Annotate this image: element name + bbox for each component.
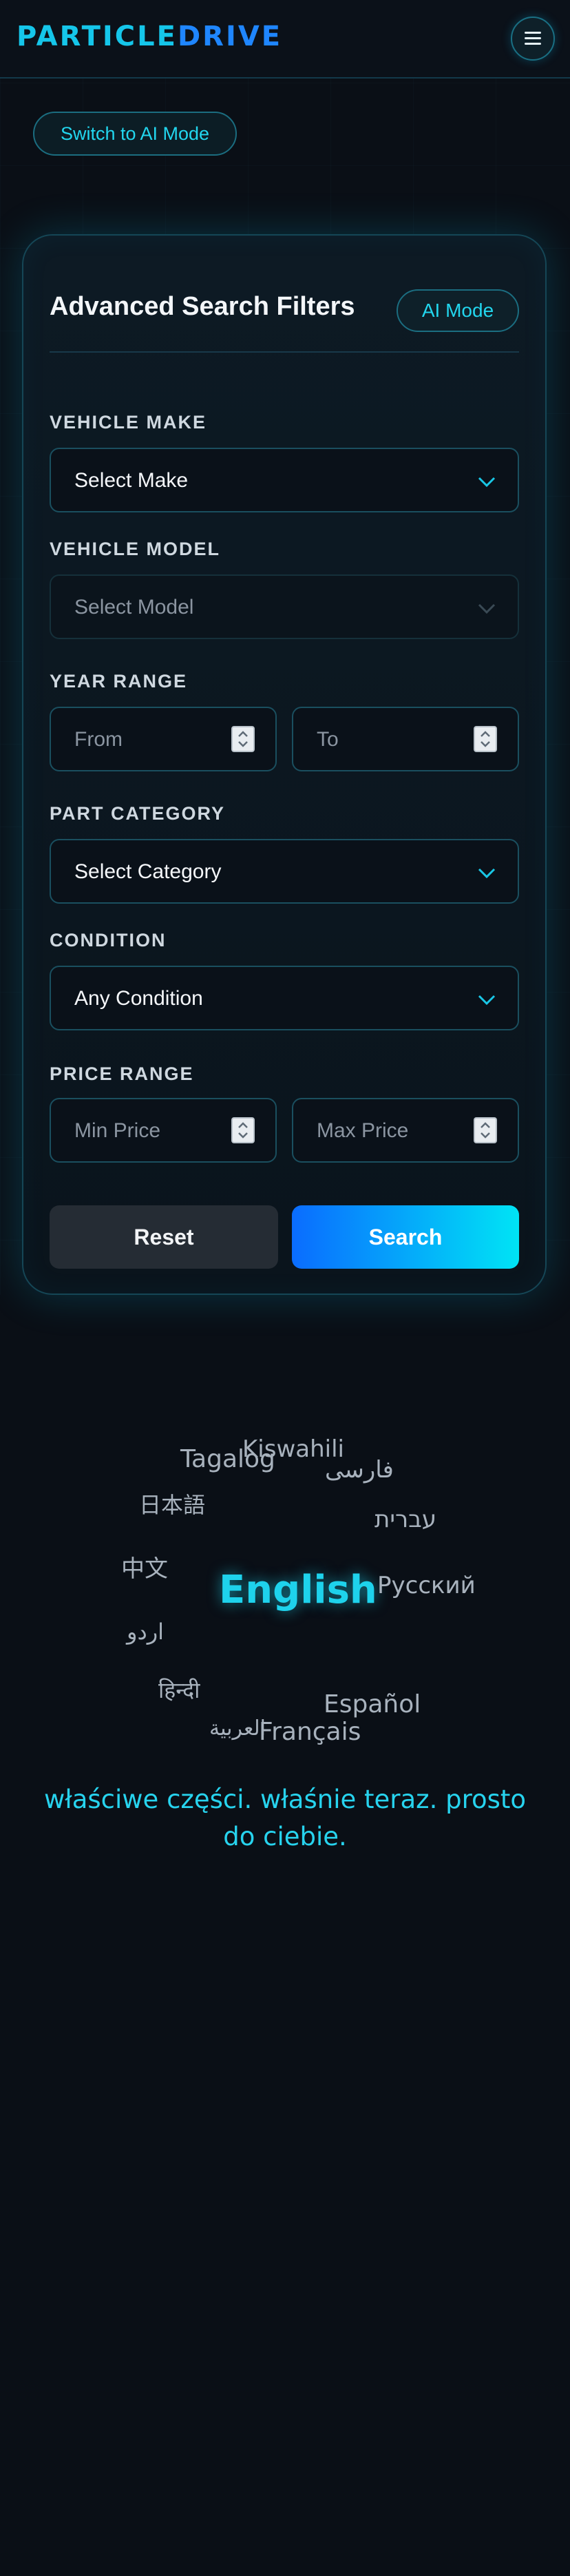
year-from-placeholder: From xyxy=(74,728,123,751)
chevron-down-icon xyxy=(478,995,496,1006)
vehicle-model-value: Select Model xyxy=(74,596,194,619)
chevron-down-icon xyxy=(478,603,496,614)
max-price-input[interactable]: Max Price xyxy=(292,1098,519,1163)
language-russian[interactable]: Русский xyxy=(377,1572,476,1599)
ai-mode-button[interactable]: AI Mode xyxy=(397,289,519,332)
language-spanish[interactable]: Español xyxy=(324,1690,421,1718)
condition-select[interactable]: Any Condition xyxy=(50,966,519,1030)
vehicle-model-select[interactable]: Select Model xyxy=(50,574,519,639)
logo-part-1: PARTICLE xyxy=(17,21,178,52)
year-to-input[interactable]: To xyxy=(292,707,519,771)
min-price-input[interactable]: Min Price xyxy=(50,1098,277,1163)
condition-label: CONDITION xyxy=(50,930,167,951)
part-category-value: Select Category xyxy=(74,860,222,883)
switch-to-ai-mode-button[interactable]: Switch to AI Mode xyxy=(33,112,237,156)
language-hebrew[interactable]: עברית xyxy=(374,1506,436,1533)
divider xyxy=(50,351,519,353)
hamburger-icon xyxy=(525,32,541,34)
up-down-arrows-icon xyxy=(481,1122,490,1139)
menu-button[interactable] xyxy=(511,17,555,61)
language-english[interactable]: English xyxy=(219,1568,377,1612)
language-urdu[interactable]: اردو xyxy=(127,1619,164,1645)
up-down-arrows-icon xyxy=(238,1122,248,1139)
hamburger-icon xyxy=(525,37,541,39)
language-french[interactable]: Français xyxy=(259,1718,361,1746)
reset-button[interactable]: Reset xyxy=(50,1205,278,1269)
language-tagalog[interactable]: Tagalog xyxy=(180,1445,275,1473)
language-chinese[interactable]: 中文 xyxy=(121,1550,168,1583)
tagline: właściwe części. właśnie teraz. prosto d… xyxy=(43,1785,527,1851)
logo-part-2: DRIVE xyxy=(177,21,283,52)
search-button[interactable]: Search xyxy=(292,1205,519,1269)
price-range-label: PRICE RANGE xyxy=(50,1063,194,1084)
number-spinner-icon[interactable] xyxy=(231,1117,255,1143)
number-spinner-icon[interactable] xyxy=(474,726,497,752)
panel-title: Advanced Search Filters xyxy=(50,292,355,321)
vehicle-make-value: Select Make xyxy=(74,469,189,492)
number-spinner-icon[interactable] xyxy=(231,726,255,752)
language-farsi[interactable]: فارسی xyxy=(325,1456,394,1484)
up-down-arrows-icon xyxy=(481,731,490,747)
year-range-label: YEAR RANGE xyxy=(50,671,188,692)
chevron-down-icon xyxy=(478,477,496,488)
number-spinner-icon[interactable] xyxy=(474,1117,497,1143)
language-arabic[interactable]: العربية xyxy=(209,1716,266,1741)
part-category-select[interactable]: Select Category xyxy=(50,839,519,904)
max-price-placeholder: Max Price xyxy=(317,1119,409,1142)
min-price-placeholder: Min Price xyxy=(74,1119,161,1142)
hamburger-icon xyxy=(525,43,541,45)
brand-logo[interactable]: PARTICLEDRIVE xyxy=(17,21,282,52)
chevron-down-icon xyxy=(478,868,496,879)
up-down-arrows-icon xyxy=(238,731,248,747)
part-category-label: PART CATEGORY xyxy=(50,803,225,824)
year-to-placeholder: To xyxy=(317,728,339,751)
language-japanese[interactable]: 日本語 xyxy=(139,1488,205,1519)
language-hindi[interactable]: हिन्दी xyxy=(158,1675,200,1705)
year-from-input[interactable]: From xyxy=(50,707,277,771)
vehicle-make-label: VEHICLE MAKE xyxy=(50,412,207,433)
vehicle-make-select[interactable]: Select Make xyxy=(50,448,519,512)
condition-value: Any Condition xyxy=(74,987,203,1010)
vehicle-model-label: VEHICLE MODEL xyxy=(50,539,221,559)
top-navbar: PARTICLEDRIVE xyxy=(0,0,570,79)
